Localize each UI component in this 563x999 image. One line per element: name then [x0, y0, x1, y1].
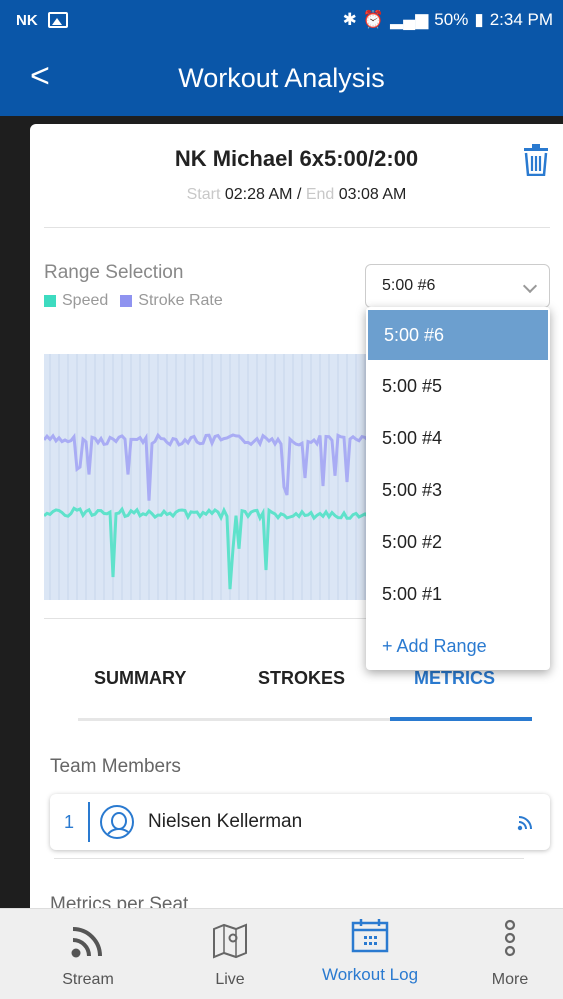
divider: [44, 227, 550, 228]
tab-metrics[interactable]: METRICS: [414, 668, 495, 689]
more-icon: [504, 919, 516, 957]
range-selection-label: Range Selection: [44, 262, 184, 283]
range-dropdown-menu: 5:00 #6 5:00 #5 5:00 #4 5:00 #3 5:00 #2 …: [366, 307, 550, 670]
member-name: Nielsen Kellerman: [148, 811, 303, 832]
range-option[interactable]: 5:00 #2: [366, 516, 550, 568]
range-option[interactable]: 5:00 #4: [366, 412, 550, 464]
page-title: Workout Analysis: [178, 62, 385, 93]
stream-signal-icon[interactable]: [516, 812, 536, 832]
battery-level: 50%: [434, 10, 469, 29]
stroke-rate-swatch: [120, 295, 133, 307]
workout-times: Start 02:28 AM / End 03:08 AM: [30, 186, 563, 204]
add-range-button[interactable]: + Add Range: [366, 620, 550, 670]
range-option[interactable]: 5:00 #3: [366, 464, 550, 516]
carrier-label: NK: [16, 11, 38, 29]
alarm-icon: ⏰: [362, 10, 385, 29]
seat-separator: [88, 802, 90, 842]
gallery-notification-icon: [47, 12, 68, 28]
team-member-row[interactable]: 1 Nielsen Kellerman: [50, 794, 550, 850]
range-select-value: 5:00 #6: [382, 277, 436, 294]
nav-live[interactable]: Live: [170, 909, 290, 999]
clock: 2:34 PM: [489, 10, 553, 29]
divider: [54, 858, 524, 859]
nav-more-label: More: [491, 971, 529, 988]
bottom-nav: Stream Live Workout Log More: [0, 908, 563, 999]
nav-live-label: Live: [215, 971, 245, 988]
map-icon: [213, 923, 247, 959]
nav-more[interactable]: More: [450, 909, 563, 999]
bluetooth-icon: ✱: [342, 10, 357, 29]
trash-icon[interactable]: [523, 144, 549, 176]
battery-icon: ▮: [474, 10, 484, 29]
time-separator: /: [296, 186, 302, 203]
range-option[interactable]: 5:00 #5: [366, 360, 550, 412]
start-label: Start: [186, 186, 221, 203]
end-label: End: [305, 186, 335, 203]
legend-speed: Speed: [62, 292, 109, 309]
chevron-down-icon: [522, 278, 538, 294]
team-members-title: Team Members: [50, 756, 181, 777]
tab-strokes[interactable]: STROKES: [258, 668, 345, 689]
user-avatar-icon: [100, 805, 134, 839]
tab-active-indicator: [390, 717, 532, 721]
range-select[interactable]: 5:00 #6: [365, 264, 550, 308]
nav-workout-log[interactable]: Workout Log: [310, 909, 430, 999]
seat-number: 1: [63, 811, 74, 832]
speed-swatch: [44, 295, 56, 307]
end-time: 03:08 AM: [338, 186, 407, 203]
workout-title: NK Michael 6x5:00/2:00: [174, 146, 419, 171]
app-bar: < Workout Analysis: [0, 40, 563, 116]
nav-stream[interactable]: Stream: [28, 909, 148, 999]
tab-summary[interactable]: SUMMARY: [94, 668, 186, 689]
stream-icon: [71, 927, 102, 958]
nav-stream-label: Stream: [62, 971, 114, 988]
chart-legend: Speed Stroke Rate: [44, 292, 223, 310]
range-option[interactable]: 5:00 #1: [366, 568, 550, 620]
legend-stroke-rate: Stroke Rate: [138, 292, 223, 309]
back-arrow-icon[interactable]: <: [30, 56, 50, 96]
signal-icon: ▂▄▆: [390, 10, 429, 29]
status-bar: NK ✱ ⏰ ▂▄▆ 50% ▮ 2:34 PM: [0, 0, 563, 40]
start-time: 02:28 AM: [224, 186, 293, 203]
range-option[interactable]: 5:00 #6: [368, 310, 548, 360]
nav-workout-log-label: Workout Log: [321, 965, 419, 984]
calendar-icon: [351, 919, 389, 953]
